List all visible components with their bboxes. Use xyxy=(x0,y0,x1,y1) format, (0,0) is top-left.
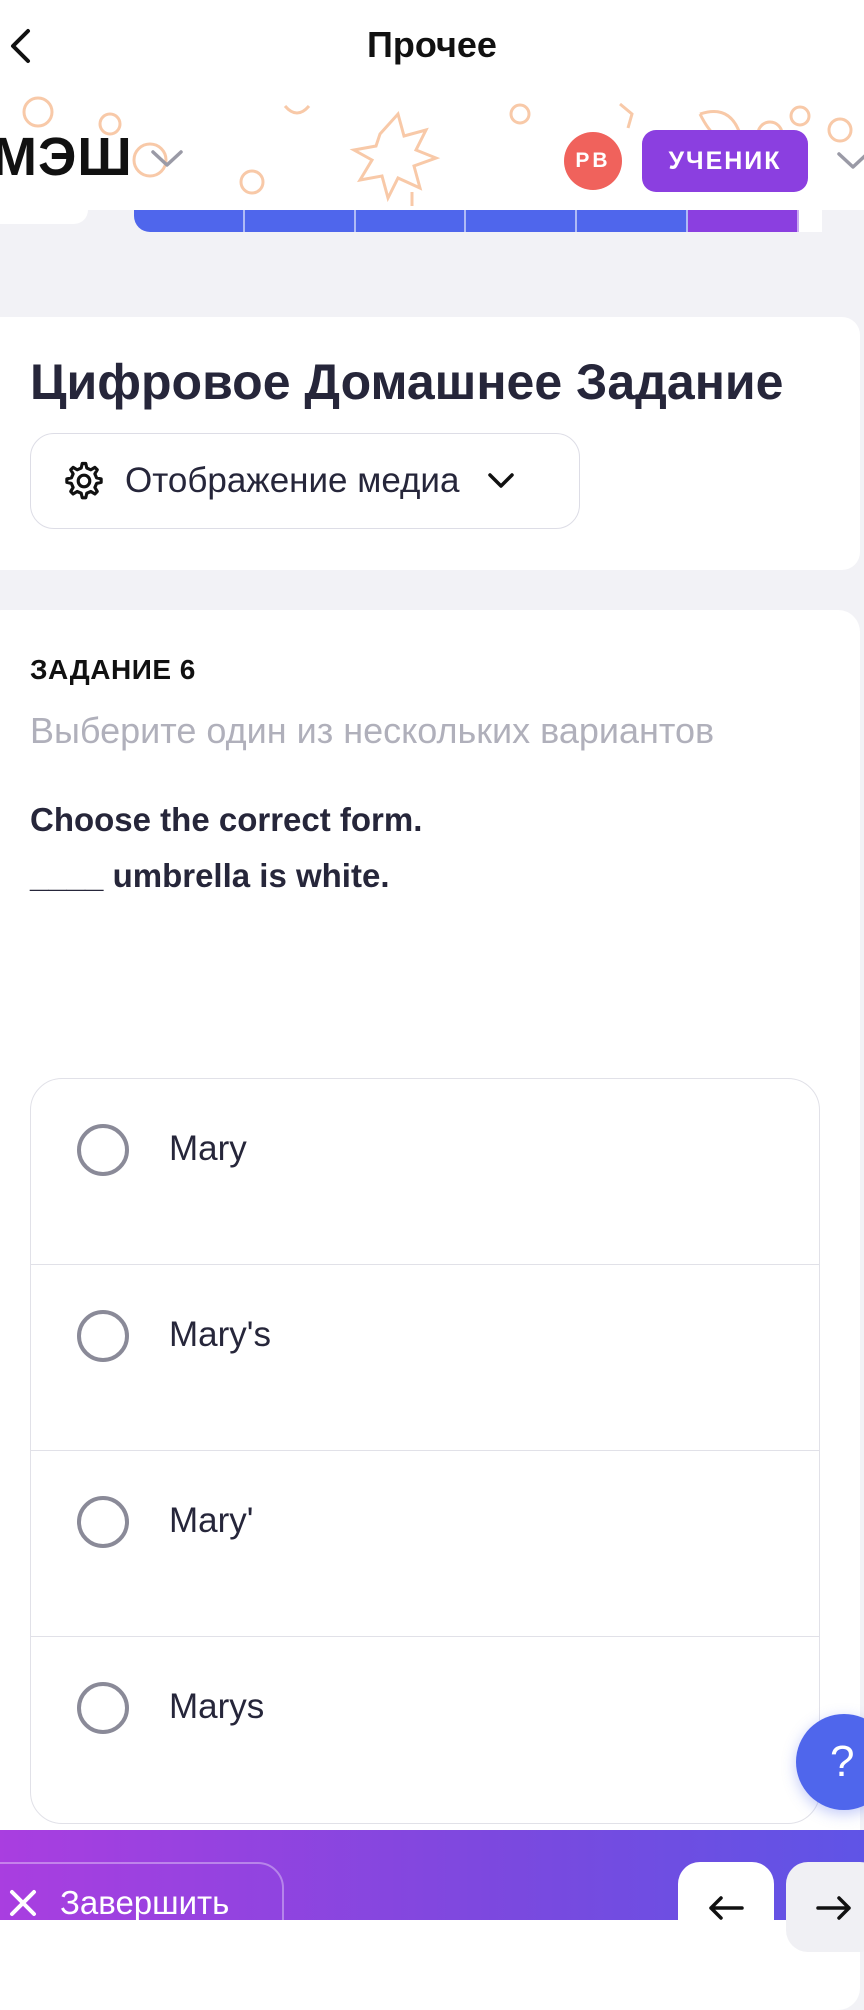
progress-segment[interactable] xyxy=(134,210,245,232)
avatar[interactable]: РВ xyxy=(564,132,622,190)
help-icon: ? xyxy=(830,1737,855,1786)
answer-option[interactable]: Mary xyxy=(31,1079,819,1265)
previous-task-button[interactable] xyxy=(678,1862,774,1952)
app-logo[interactable]: МЭШ xyxy=(0,126,133,188)
progress-segment-remaining[interactable] xyxy=(798,210,822,232)
task-number: ЗАДАНИЕ 6 xyxy=(30,654,196,685)
answer-option-label: Mary' xyxy=(169,1501,254,1540)
progress-segment[interactable] xyxy=(356,210,467,232)
media-display-button[interactable]: Отображение медиа xyxy=(30,433,580,529)
radio-button[interactable] xyxy=(77,1682,129,1734)
progress-segment[interactable] xyxy=(245,210,356,232)
task-hint: Выберите один из нескольких вариантов xyxy=(30,710,715,751)
progress-segment[interactable] xyxy=(577,210,689,232)
task-progress-bar xyxy=(134,210,822,232)
progress-segment[interactable] xyxy=(466,210,578,232)
role-badge[interactable]: УЧЕНИК xyxy=(642,130,808,192)
answer-option-label: Mary xyxy=(169,1129,247,1168)
answer-option[interactable]: Mary' xyxy=(31,1451,819,1637)
arrow-right-icon xyxy=(816,1896,851,1920)
answer-option[interactable]: Mary's xyxy=(31,1265,819,1451)
answer-options: Mary Mary's Mary' Marys xyxy=(30,1078,820,1824)
gear-icon xyxy=(65,461,103,500)
question-line: Choose the correct form. xyxy=(30,801,423,838)
chevron-down-icon xyxy=(488,473,515,488)
page-title: Цифровое Домашнее Задание xyxy=(30,354,784,410)
radio-button[interactable] xyxy=(77,1124,129,1176)
chevron-down-icon[interactable] xyxy=(150,148,184,170)
finish-button-label: Завершить xyxy=(60,1884,230,1921)
question-line: ____ umbrella is white. xyxy=(30,857,390,894)
next-task-button[interactable] xyxy=(786,1862,864,1952)
radio-button[interactable] xyxy=(77,1310,129,1362)
radio-button[interactable] xyxy=(77,1496,129,1548)
nav-title: Прочее xyxy=(367,24,497,65)
progress-segment-current[interactable] xyxy=(688,210,799,232)
close-icon xyxy=(10,1890,36,1916)
answer-option-label: Mary's xyxy=(169,1315,271,1354)
media-display-label: Отображение медиа xyxy=(125,461,460,500)
arrow-left-icon xyxy=(709,1896,744,1920)
answer-option[interactable]: Marys xyxy=(31,1637,819,1823)
answer-option-label: Marys xyxy=(169,1687,265,1726)
top-nav-bar: Прочее xyxy=(0,0,864,94)
site-header: МЭШ РВ УЧЕНИК xyxy=(0,94,864,210)
tab-stub xyxy=(0,210,88,224)
role-chevron-down-icon[interactable] xyxy=(836,150,864,172)
finish-button[interactable]: Завершить xyxy=(0,1862,284,1952)
question-text: Choose the correct form. ____ umbrella i… xyxy=(30,792,422,904)
